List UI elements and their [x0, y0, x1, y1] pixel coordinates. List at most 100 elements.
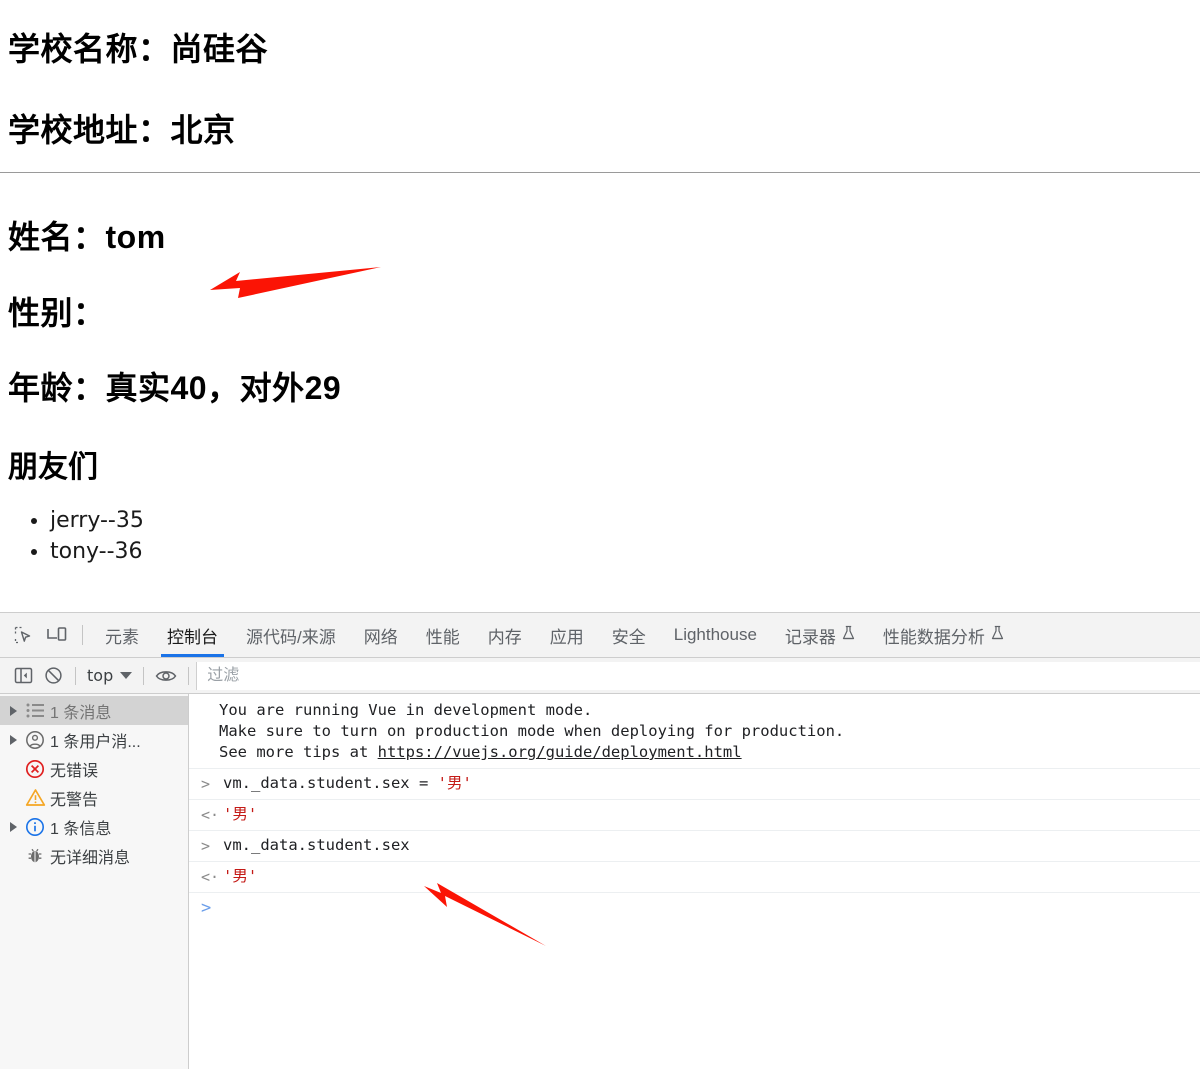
console-entry-code: '男' — [223, 803, 257, 826]
disclosure-triangle-icon[interactable] — [6, 705, 20, 716]
sidebar-item-messages[interactable]: 1 条消息 — [0, 696, 188, 725]
devtools-tabbar: 元素 控制台 源代码/来源 网络 性能 内存 应用 安全 Lighthouse … — [0, 613, 1200, 658]
device-toolbar-icon[interactable] — [40, 620, 74, 650]
devtools-panel: 元素 控制台 源代码/来源 网络 性能 内存 应用 安全 Lighthouse … — [0, 612, 1200, 1069]
console-sidebar-toggle-icon[interactable] — [8, 663, 38, 689]
tab-label: 安全 — [611, 627, 646, 647]
list-item: tony--36 — [50, 536, 144, 567]
student-name-heading: 姓名：tom — [8, 219, 166, 255]
clear-console-icon[interactable] — [38, 663, 68, 689]
experimental-flask-icon — [842, 625, 855, 646]
console-output[interactable]: You are running Vue in development mode.… — [189, 694, 1200, 1069]
message-list-icon — [20, 703, 50, 718]
console-vue-dev-message: You are running Vue in development mode.… — [189, 694, 1200, 769]
screenshot-root: 学校名称：尚硅谷 学校地址：北京 姓名：tom 性别： 年龄：真实40，对外29… — [0, 0, 1200, 1069]
error-icon — [20, 759, 50, 779]
sidebar-item-user-messages[interactable]: 1 条用户消... — [0, 725, 188, 754]
list-item: jerry--35 — [50, 505, 144, 536]
toolbar-divider — [188, 666, 190, 685]
tab-console[interactable]: 控制台 — [153, 613, 232, 657]
toolbar-divider — [75, 666, 76, 685]
filter-input[interactable] — [196, 661, 1200, 690]
tab-performance[interactable]: 性能 — [412, 613, 474, 657]
sidebar-item-verbose[interactable]: 无详细消息 — [0, 841, 188, 870]
tab-security[interactable]: 安全 — [598, 613, 660, 657]
vue-message-line-2: Make sure to turn on production mode whe… — [219, 722, 845, 740]
console-body: 1 条消息 1 条用户消... 无错误 无警告 1 条信息 无详细消息 You … — [0, 694, 1200, 1069]
tab-label: Lighthouse — [673, 625, 757, 644]
friends-list: jerry--35 tony--36 — [8, 505, 144, 567]
tab-elements[interactable]: 元素 — [91, 613, 153, 657]
user-message-icon — [20, 730, 50, 750]
toolbar-divider — [143, 666, 145, 685]
sidebar-item-label: 1 条信息 — [50, 820, 112, 838]
warning-icon — [20, 788, 50, 807]
tab-application[interactable]: 应用 — [536, 613, 598, 657]
sidebar-item-info[interactable]: 1 条信息 — [0, 812, 188, 841]
friends-heading: 朋友们 — [8, 451, 98, 484]
live-expression-eye-icon[interactable] — [151, 663, 181, 689]
prompt-marker-icon: > — [201, 898, 212, 918]
vue-message-line-3: See more tips at https://vuejs.org/guide… — [219, 742, 1200, 763]
disclosure-triangle-icon[interactable] — [6, 734, 20, 745]
console-entry-code: '男' — [223, 865, 257, 888]
sidebar-item-label: 1 条消息 — [50, 704, 112, 722]
sidebar-item-errors[interactable]: 无错误 — [0, 754, 188, 783]
tab-label: 性能数据分析 — [882, 627, 985, 647]
output-marker-icon: <· — [201, 806, 220, 824]
input-marker-icon: > — [201, 837, 211, 855]
student-age-heading: 年龄：真实40，对外29 — [8, 370, 342, 406]
chevron-down-icon — [120, 672, 133, 679]
console-entry-input[interactable]: > vm._data.student.sex = '男' — [189, 769, 1200, 800]
execution-context-selector[interactable]: top — [83, 666, 136, 685]
console-prompt-row[interactable]: > — [189, 893, 1200, 923]
tab-label: 源代码/来源 — [246, 627, 336, 647]
console-toolbar: top — [0, 658, 1200, 694]
console-entry-output[interactable]: <· '男' — [189, 800, 1200, 831]
tab-label: 网络 — [363, 627, 398, 647]
tab-label: 内存 — [487, 627, 522, 647]
info-icon — [20, 817, 50, 837]
tab-performance-insights[interactable]: 性能数据分析 — [869, 613, 1018, 657]
school-name-heading: 学校名称：尚硅谷 — [8, 31, 269, 67]
sidebar-item-warnings[interactable]: 无警告 — [0, 783, 188, 812]
tab-recorder[interactable]: 记录器 — [771, 613, 869, 657]
code-string-literal: '男' — [223, 805, 258, 823]
console-entry-input[interactable]: > vm._data.student.sex — [189, 831, 1200, 862]
console-entry-output[interactable]: <· '男' — [189, 862, 1200, 893]
student-sex-heading: 性别： — [8, 295, 106, 331]
toolbar-divider — [82, 625, 83, 645]
sidebar-item-label: 1 条用户消... — [50, 733, 141, 751]
inspect-element-icon[interactable] — [6, 620, 40, 650]
school-address-heading: 学校地址：北京 — [8, 112, 236, 148]
vue-deployment-link[interactable]: https://vuejs.org/guide/deployment.html — [378, 743, 742, 761]
tab-network[interactable]: 网络 — [350, 613, 412, 657]
section-divider — [0, 172, 1200, 173]
tab-label: 元素 — [105, 627, 139, 647]
console-sidebar: 1 条消息 1 条用户消... 无错误 无警告 1 条信息 无详细消息 — [0, 694, 189, 1069]
experimental-flask-icon — [991, 625, 1004, 646]
output-marker-icon: <· — [201, 868, 220, 886]
code-expression: vm._data.student.sex = — [223, 774, 438, 792]
console-entry-code: vm._data.student.sex — [223, 836, 410, 854]
rendered-vue-page: 学校名称：尚硅谷 学校地址：北京 姓名：tom 性别： 年龄：真实40，对外29… — [0, 0, 1200, 612]
tab-label: 性能 — [425, 627, 460, 647]
tab-lighthouse[interactable]: Lighthouse — [660, 613, 771, 657]
sidebar-item-label: 无错误 — [50, 762, 99, 780]
tab-label: 控制台 — [167, 627, 218, 647]
input-marker-icon: > — [201, 775, 211, 793]
tab-memory[interactable]: 内存 — [474, 613, 536, 657]
disclosure-triangle-icon[interactable] — [6, 821, 20, 832]
vue-message-line-3-prefix: See more tips at — [219, 743, 378, 761]
tab-sources[interactable]: 源代码/来源 — [232, 613, 350, 657]
sidebar-item-label: 无详细消息 — [50, 849, 131, 867]
tab-label: 应用 — [549, 627, 584, 647]
tab-label: 记录器 — [784, 627, 836, 647]
console-entry-code: vm._data.student.sex = '男' — [223, 772, 472, 795]
vue-message-line-1: You are running Vue in development mode. — [219, 701, 593, 719]
sidebar-item-label: 无警告 — [50, 791, 99, 809]
execution-context-value: top — [87, 666, 114, 685]
verbose-bug-icon — [20, 846, 50, 865]
code-string-literal: '男' — [437, 774, 472, 792]
code-string-literal: '男' — [223, 867, 258, 885]
